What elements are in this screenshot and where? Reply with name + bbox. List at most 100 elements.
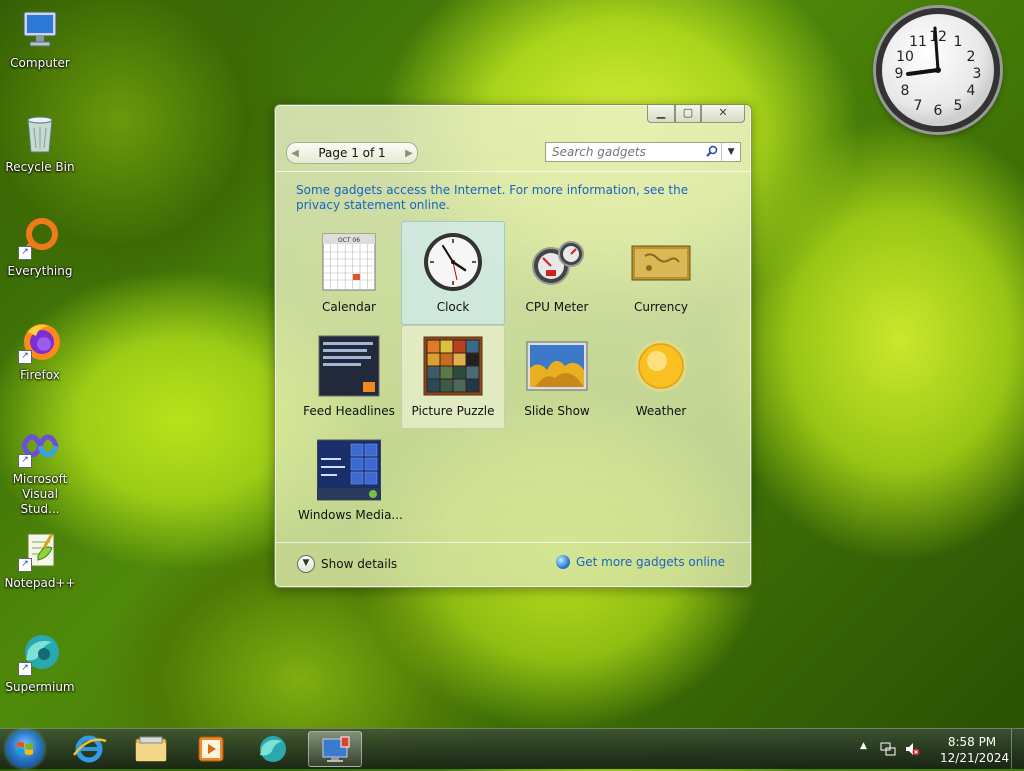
taskbar-date: 12/21/2024: [940, 751, 1010, 765]
network-icon[interactable]: [880, 741, 896, 757]
picture-puzzle-icon: [421, 334, 485, 398]
everything-icon: ↗: [18, 216, 62, 260]
desktop-icon-label: Microsoft Visual Stud...: [12, 472, 68, 516]
chevron-down-icon: ▼: [297, 555, 315, 573]
clock-number: 1: [954, 34, 963, 50]
start-button[interactable]: [6, 730, 44, 768]
taskbar-internet-explorer[interactable]: [62, 731, 116, 767]
gallery-footer: ▼ Show details Get more gadgets online: [275, 542, 751, 587]
gadget-grid: OCT 06 Calendar Clock CPU Meter Currency…: [297, 221, 729, 533]
gadget-name: Clock: [436, 300, 470, 314]
gadget-name: CPU Meter: [525, 300, 589, 314]
gadget-tile-picture-puzzle[interactable]: Picture Puzzle: [401, 325, 505, 429]
minimize-button[interactable]: ▁: [647, 105, 675, 123]
gadgets-monitor-icon: [322, 736, 350, 762]
desktop-icon-label: Everything: [7, 264, 73, 278]
gadget-name: Slide Show: [524, 404, 590, 418]
clock-number: 5: [954, 98, 963, 114]
desktop-icon-label: Computer: [10, 56, 70, 70]
next-page-button[interactable]: ▶: [401, 148, 417, 159]
shortcut-arrow-icon: ↗: [18, 246, 32, 260]
gadget-tile-slide-show[interactable]: Slide Show: [505, 325, 609, 429]
clock-number: 12: [929, 29, 947, 45]
show-details-label: Show details: [321, 557, 398, 571]
currency-icon: [629, 230, 693, 294]
desktop-icon-label: Notepad++: [4, 576, 76, 590]
system-tray: ▲ 8:58 PM 12/21/2024: [854, 729, 1024, 769]
desktop-clock-gadget[interactable]: 12 1 2 3 4 5 6 7 8 9 10 11: [876, 8, 1000, 132]
search-box: ▼: [545, 142, 741, 162]
show-details-toggle[interactable]: ▼ Show details: [297, 555, 397, 573]
notepad-plus-plus-icon: ↗: [18, 528, 62, 572]
show-desktop-button[interactable]: [1011, 729, 1024, 769]
show-hidden-icons-button[interactable]: ▲: [860, 741, 867, 751]
desktop-icon-supermium[interactable]: ↗ Supermium: [2, 632, 78, 695]
search-input[interactable]: [550, 144, 704, 160]
internet-explorer-icon: [73, 735, 107, 763]
desktop-icon-notepad-plus-plus[interactable]: ↗ Notepad++: [2, 528, 78, 591]
weather-sun-icon: [629, 334, 693, 398]
maximize-button[interactable]: ▢: [675, 105, 701, 123]
clock-number: 6: [934, 103, 943, 119]
desktop-icon-firefox[interactable]: ↗ Firefox: [2, 320, 78, 383]
clock-number: 4: [967, 83, 976, 99]
clock-number: 2: [967, 49, 976, 65]
clock-number: 9: [895, 66, 904, 82]
desktop-icon-label: Supermium: [5, 680, 75, 694]
clock-face: 12 1 2 3 4 5 6 7 8 9 10 11: [895, 26, 982, 119]
search-dropdown-button[interactable]: ▼: [721, 143, 740, 161]
gadget-tile-calendar[interactable]: OCT 06 Calendar: [297, 221, 401, 325]
taskbar-clock[interactable]: 8:58 PM 12/21/2024: [940, 734, 1010, 766]
taskbar-media-player[interactable]: [184, 731, 238, 767]
gadget-name: Calendar: [322, 300, 376, 314]
page-label: Page 1 of 1: [318, 146, 386, 160]
visual-studio-icon: ↗: [18, 424, 62, 468]
recycle-bin-icon: [18, 112, 62, 156]
desktop-icon-computer[interactable]: Computer: [2, 8, 78, 71]
header-divider: [275, 171, 751, 172]
desktop-icon-label: Firefox: [20, 368, 60, 382]
clock-number: 3: [973, 66, 982, 82]
taskbar-windows-explorer[interactable]: [124, 731, 178, 767]
taskbar-gadgets[interactable]: [308, 731, 362, 767]
gadget-tile-feed-headlines[interactable]: Feed Headlines: [297, 325, 401, 429]
gadget-tile-windows-media[interactable]: Windows Media...: [297, 429, 403, 533]
close-icon: ✕: [718, 106, 728, 119]
get-more-gadgets-link[interactable]: Get more gadgets online: [555, 555, 725, 569]
search-icon[interactable]: [703, 145, 721, 160]
gadget-tile-currency[interactable]: Currency: [609, 221, 713, 325]
gadget-tile-clock[interactable]: Clock: [401, 221, 505, 325]
windows-media-icon: [316, 438, 382, 502]
desktop-icon-everything[interactable]: ↗ Everything: [2, 216, 78, 279]
volume-muted-icon[interactable]: [904, 741, 920, 757]
gadget-tile-cpu-meter[interactable]: CPU Meter: [505, 221, 609, 325]
calendar-icon: OCT 06: [317, 230, 381, 294]
desktop-icon-visual-studio[interactable]: ↗ Microsoft Visual Stud...: [2, 424, 78, 517]
previous-page-button[interactable]: ◀: [287, 148, 303, 159]
close-button[interactable]: ✕: [701, 105, 745, 123]
computer-icon: [18, 8, 62, 52]
window-controls: ▁ ▢ ✕: [647, 105, 745, 123]
shortcut-arrow-icon: ↗: [18, 558, 32, 572]
gadget-name: Weather: [635, 404, 687, 418]
gadget-name: Windows Media...: [298, 508, 403, 522]
feed-headlines-icon: [317, 334, 381, 398]
supermium-icon: ↗: [18, 632, 62, 676]
gadget-name: Picture Puzzle: [411, 404, 495, 418]
privacy-notice-link[interactable]: Some gadgets access the Internet. For mo…: [296, 183, 716, 213]
taskbar: ▲ 8:58 PM 12/21/2024: [0, 728, 1024, 769]
get-more-gadgets-label: Get more gadgets online: [575, 555, 725, 569]
cpu-meter-icon: [525, 230, 589, 294]
taskbar-time: 8:58 PM: [947, 735, 997, 749]
gadget-name: Currency: [633, 300, 689, 314]
taskbar-supermium[interactable]: [246, 731, 300, 767]
shortcut-arrow-icon: ↗: [18, 350, 32, 364]
shortcut-arrow-icon: ↗: [18, 454, 32, 468]
gadget-tile-weather[interactable]: Weather: [609, 325, 713, 429]
clock-number: 8: [901, 83, 910, 99]
firefox-icon: ↗: [18, 320, 62, 364]
gadget-gallery-window[interactable]: ▁ ▢ ✕ ◀ Page 1 of 1 ▶ ▼ Some gadgets acc…: [274, 104, 752, 588]
clock-number: 11: [909, 34, 927, 50]
clock-hour-hand: [906, 68, 940, 76]
desktop-icon-recycle-bin[interactable]: Recycle Bin: [2, 112, 78, 175]
